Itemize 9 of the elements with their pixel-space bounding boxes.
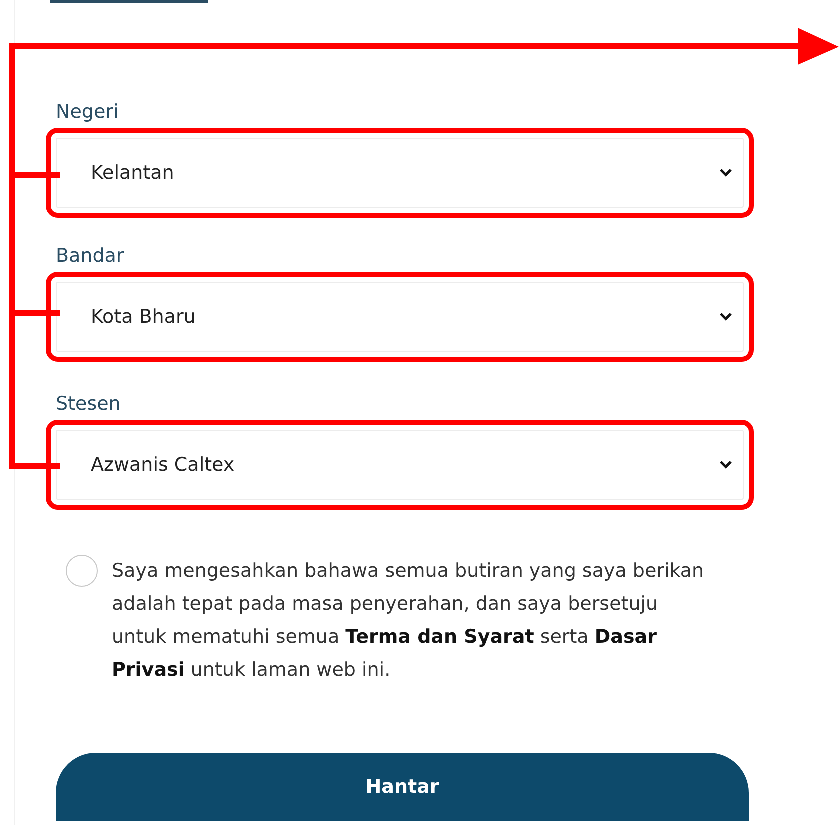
chevron-down-icon	[719, 168, 733, 178]
consent-text: Saya mengesahkan bahawa semua butiran yang saya berikan adalah tepat pada masa penyerahan, dan saya bersetuju untuk mematuhi semua Terma dan Syarat serta Dasar Privasi untuk laman web ini.	[112, 559, 706, 683]
chevron-down-icon	[719, 312, 733, 322]
chevron-down-icon	[719, 460, 733, 470]
submit-button[interactable]: Hantar	[56, 753, 749, 821]
field-label: Negeri	[56, 100, 119, 124]
field-label: Bandar	[56, 244, 124, 268]
checkbox[interactable]	[66, 555, 98, 587]
field-label: Stesen	[56, 392, 121, 416]
